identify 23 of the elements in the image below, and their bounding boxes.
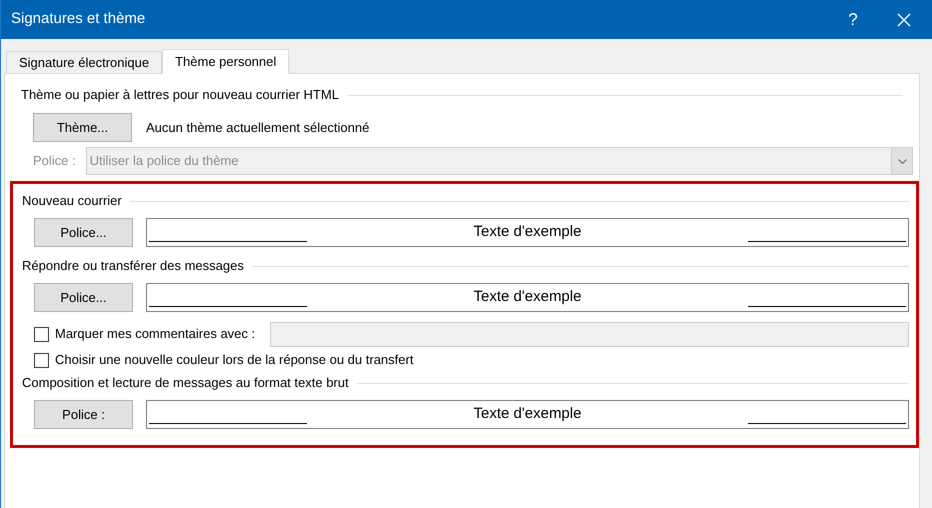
- section-heading: Thème ou papier à lettres pour nouveau courrier HTML: [21, 86, 339, 104]
- font-button[interactable]: Police...: [34, 283, 133, 312]
- chevron-down-icon: [898, 158, 906, 164]
- section-heading: Composition et lecture de messages au format texte brut: [22, 374, 349, 392]
- tab[interactable]: Signature électronique: [6, 51, 162, 73]
- window-title: Signatures et thème: [11, 9, 146, 30]
- theme-status: Aucun thème actuellement sélectionné: [146, 118, 370, 137]
- checkbox-label: Choisir une nouvelle couleur lors de la réponse ou du transfert: [55, 351, 414, 370]
- checkbox-label: Marquer mes commentaires avec :: [55, 325, 256, 344]
- section-heading: Nouveau courrier: [22, 192, 122, 210]
- tab[interactable]: Thème personnel: [162, 49, 290, 74]
- font-button[interactable]: Police :: [34, 400, 133, 429]
- checkbox[interactable]: [34, 352, 49, 368]
- font-label: Police :: [33, 152, 76, 170]
- font-sample: Texte d'exemple: [146, 218, 909, 247]
- checkbox[interactable]: [34, 326, 49, 342]
- help-button[interactable]: ?: [830, 0, 876, 39]
- font-button[interactable]: Police...: [34, 218, 133, 247]
- font-sample: Texte d'exemple: [146, 283, 909, 312]
- font-button[interactable]: Thème...: [33, 113, 132, 142]
- close-icon: [897, 12, 911, 26]
- font-sample: Texte d'exemple: [146, 400, 909, 429]
- section-heading: Répondre ou transférer des messages: [22, 257, 244, 276]
